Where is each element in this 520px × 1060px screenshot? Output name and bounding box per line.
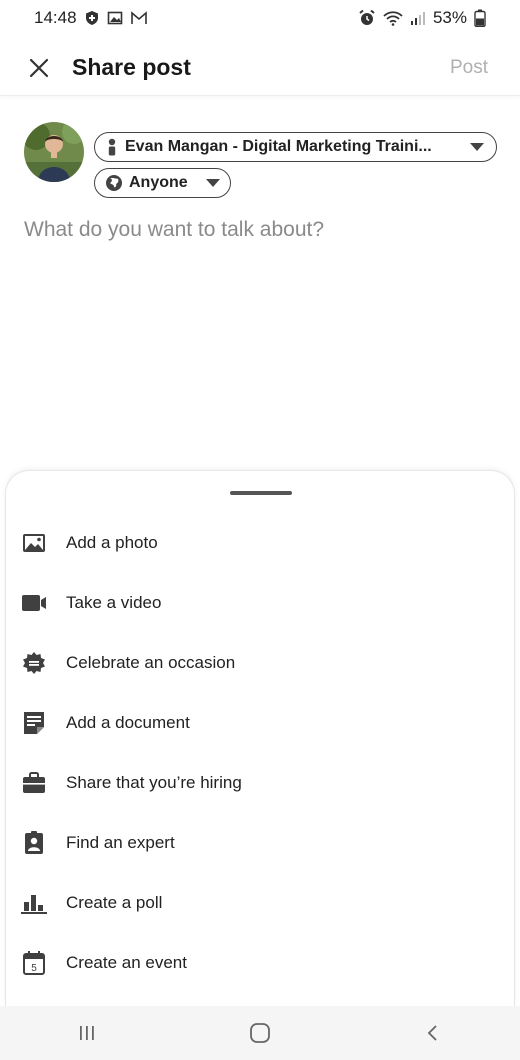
take-video-action[interactable]: Take a video bbox=[6, 573, 514, 633]
author-selector[interactable]: Evan Mangan - Digital Marketing Traini..… bbox=[94, 132, 497, 162]
calendar-day: 5 bbox=[31, 963, 37, 974]
system-nav-bar bbox=[0, 1006, 520, 1060]
expert-icon bbox=[21, 830, 47, 856]
action-label: Find an expert bbox=[66, 833, 175, 852]
action-list: Add a photo Take a video Celebrate an oc… bbox=[6, 513, 514, 993]
create-event-action[interactable]: 5 Create an event bbox=[6, 933, 514, 993]
page-title: Share post bbox=[72, 54, 191, 80]
share-hiring-action[interactable]: Share that you’re hiring bbox=[6, 753, 514, 813]
home-icon bbox=[250, 1023, 270, 1043]
author-name: Evan Mangan - Digital Marketing Traini..… bbox=[125, 138, 432, 155]
shield-notification-icon bbox=[84, 10, 100, 26]
battery-percent: 53% bbox=[432, 8, 467, 27]
visibility-label: Anyone bbox=[129, 174, 188, 191]
recent-apps-button[interactable] bbox=[57, 1013, 117, 1053]
drag-handle[interactable] bbox=[230, 491, 292, 495]
status-right: 53% bbox=[358, 8, 486, 28]
close-icon bbox=[29, 58, 49, 77]
chevron-down-icon bbox=[206, 179, 220, 187]
video-icon bbox=[21, 590, 47, 616]
person-icon bbox=[108, 138, 116, 156]
close-button[interactable] bbox=[24, 53, 54, 83]
briefcase-icon bbox=[21, 770, 47, 796]
avatar[interactable] bbox=[24, 122, 84, 182]
status-left: 14:48 bbox=[34, 8, 148, 28]
gallery-notification-icon bbox=[107, 10, 123, 26]
status-time: 14:48 bbox=[34, 8, 77, 27]
post-text-input[interactable] bbox=[24, 218, 496, 438]
action-label: Celebrate an occasion bbox=[66, 653, 236, 672]
add-photo-action[interactable]: Add a photo bbox=[6, 513, 514, 573]
recent-apps-icon bbox=[79, 1026, 94, 1040]
back-icon bbox=[428, 1025, 437, 1041]
signal-icon bbox=[410, 10, 426, 26]
document-icon bbox=[21, 710, 47, 736]
action-label: Share that you’re hiring bbox=[66, 773, 242, 792]
poll-icon bbox=[21, 890, 47, 916]
create-poll-action[interactable]: Create a poll bbox=[6, 873, 514, 933]
action-label: Create a poll bbox=[66, 893, 163, 912]
add-document-action[interactable]: Add a document bbox=[6, 693, 514, 753]
photo-icon bbox=[21, 530, 47, 556]
celebrate-icon bbox=[21, 650, 47, 676]
battery-icon bbox=[474, 9, 486, 27]
action-label: Add a photo bbox=[66, 533, 158, 552]
action-sheet: Add a photo Take a video Celebrate an oc… bbox=[5, 470, 515, 1006]
alarm-icon bbox=[358, 9, 376, 27]
back-button[interactable] bbox=[403, 1013, 463, 1053]
wifi-icon bbox=[383, 10, 403, 26]
visibility-selector[interactable]: Anyone bbox=[94, 168, 231, 198]
action-label: Create an event bbox=[66, 953, 187, 972]
action-label: Take a video bbox=[66, 593, 162, 612]
chevron-down-icon bbox=[470, 143, 484, 151]
home-button[interactable] bbox=[230, 1013, 290, 1053]
status-bar: 14:48 53% bbox=[0, 0, 520, 36]
action-label: Add a document bbox=[66, 713, 190, 732]
app-header: Share post Post bbox=[0, 40, 520, 96]
post-button[interactable]: Post bbox=[450, 57, 488, 79]
gmail-notification-icon bbox=[130, 10, 148, 26]
globe-icon bbox=[106, 175, 122, 191]
calendar-icon: 5 bbox=[21, 950, 47, 976]
find-expert-action[interactable]: Find an expert bbox=[6, 813, 514, 873]
celebrate-occasion-action[interactable]: Celebrate an occasion bbox=[6, 633, 514, 693]
